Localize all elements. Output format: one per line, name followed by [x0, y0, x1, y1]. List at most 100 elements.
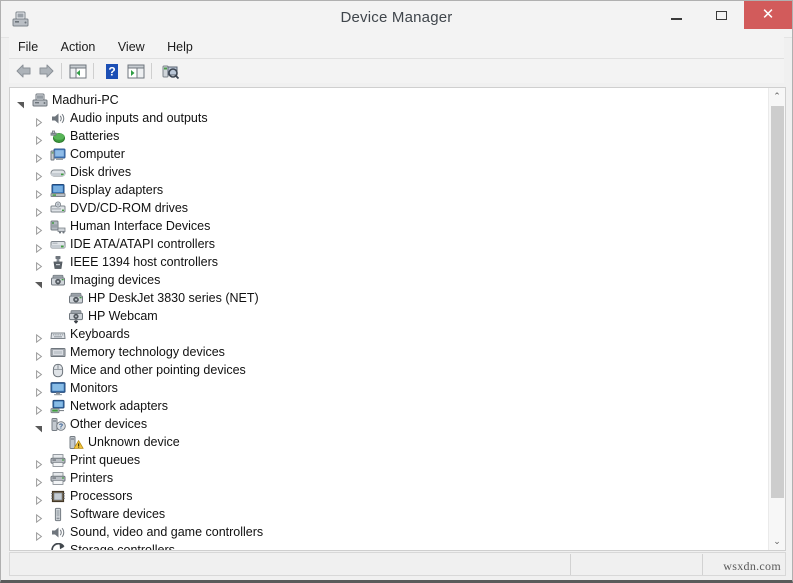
expander-expand-icon[interactable]: [34, 186, 43, 200]
software-device-icon: [50, 507, 66, 522]
tree-item-label: Memory technology devices: [70, 345, 225, 359]
storage-controller-icon: [50, 542, 66, 550]
hid-icon: [50, 219, 66, 234]
printer-icon: [50, 471, 66, 486]
expander-expand-icon[interactable]: [34, 114, 43, 128]
title-bar: Device Manager ✕: [1, 1, 792, 38]
tree-item-label: Processors: [70, 489, 133, 503]
show-hide-console-tree-icon[interactable]: [67, 61, 89, 81]
tree-item-label: Imaging devices: [70, 273, 161, 287]
scroll-down-button[interactable]: ⌄: [769, 533, 785, 550]
expander-expand-icon[interactable]: [34, 204, 43, 218]
expander-expand-icon[interactable]: [34, 456, 43, 470]
expander-expand-icon[interactable]: [34, 366, 43, 380]
expander-expand-icon[interactable]: [34, 546, 43, 550]
tree-item-label: DVD/CD-ROM drives: [70, 201, 189, 215]
minimize-button[interactable]: [654, 1, 699, 29]
tree-item[interactable]: IEEE 1394 host controllers: [10, 253, 768, 272]
tree-item-label: Computer: [70, 147, 125, 161]
computer-icon: [50, 147, 66, 162]
tree-item[interactable]: Disk drives: [10, 163, 768, 182]
imaging-device-icon: [50, 273, 66, 288]
tree-item[interactable]: Memory technology devices: [10, 343, 768, 362]
expander-expand-icon[interactable]: [34, 474, 43, 488]
close-icon: ✕: [761, 6, 775, 23]
tree-item[interactable]: Software devices: [10, 505, 768, 524]
speaker-icon: [50, 525, 66, 540]
tree-item-label: HP DeskJet 3830 series (NET): [88, 291, 259, 305]
maximize-icon: [716, 11, 727, 20]
tree-item[interactable]: Monitors: [10, 379, 768, 398]
toolbar-divider: [151, 63, 152, 79]
tree-item[interactable]: HP DeskJet 3830 series (NET): [10, 289, 768, 307]
scroll-up-button[interactable]: ⌃: [769, 88, 785, 105]
expander-collapse-icon[interactable]: [34, 276, 43, 289]
tree-item[interactable]: DVD/CD-ROM drives: [10, 199, 768, 218]
expander-expand-icon[interactable]: [34, 258, 43, 272]
properties-icon[interactable]: [125, 61, 147, 81]
vertical-scrollbar[interactable]: ⌃ ⌄: [768, 88, 785, 550]
expander-expand-icon[interactable]: [34, 348, 43, 362]
tree-item[interactable]: Human Interface Devices: [10, 217, 768, 236]
tree-item-label: Audio inputs and outputs: [70, 111, 208, 125]
tree-item[interactable]: IDE ATA/ATAPI controllers: [10, 235, 768, 254]
expander-expand-icon[interactable]: [34, 402, 43, 416]
tree-item[interactable]: Madhuri-PC: [10, 91, 768, 109]
tree-item-label: Madhuri-PC: [52, 93, 119, 107]
firewire-icon: [50, 255, 66, 270]
tree-item[interactable]: Imaging devices: [10, 271, 768, 289]
scrollbar-thumb[interactable]: [771, 106, 784, 498]
tree-item[interactable]: Computer: [10, 145, 768, 164]
tree-item[interactable]: Print queues: [10, 451, 768, 470]
expander-expand-icon[interactable]: [34, 222, 43, 236]
tree-item[interactable]: Storage controllers: [10, 541, 768, 550]
expander-expand-icon[interactable]: [34, 150, 43, 164]
tree-item[interactable]: Printers: [10, 469, 768, 488]
tree-item[interactable]: Mice and other pointing devices: [10, 361, 768, 380]
maximize-button[interactable]: [699, 1, 744, 29]
menu-item-view[interactable]: View: [109, 37, 154, 57]
tree-item-label: Other devices: [70, 417, 148, 431]
tree-item[interactable]: Processors: [10, 487, 768, 506]
expander-expand-icon[interactable]: [34, 168, 43, 182]
toolbar-divider: [61, 63, 62, 79]
tree-item[interactable]: Display adapters: [10, 181, 768, 200]
tree-item[interactable]: Network adapters: [10, 397, 768, 416]
help-icon[interactable]: ?: [101, 61, 123, 81]
back-arrow-icon[interactable]: [13, 61, 35, 81]
expander-expand-icon[interactable]: [34, 492, 43, 506]
tree-item[interactable]: Keyboards: [10, 325, 768, 344]
forward-arrow-icon[interactable]: [35, 61, 57, 81]
expander-collapse-icon[interactable]: [34, 420, 43, 433]
tree-item-label: Mice and other pointing devices: [70, 363, 246, 377]
close-button[interactable]: ✕: [744, 1, 792, 29]
tree-item[interactable]: Unknown device: [10, 433, 768, 451]
expander-expand-icon[interactable]: [34, 384, 43, 398]
tree-item[interactable]: ? Other devices: [10, 415, 768, 433]
tree-item-label: Human Interface Devices: [70, 219, 211, 233]
tree-item-label: Printers: [70, 471, 114, 485]
expander-expand-icon[interactable]: [34, 528, 43, 542]
expander-expand-icon[interactable]: [34, 240, 43, 254]
menu-item-action[interactable]: Action: [52, 37, 105, 57]
menu-item-file[interactable]: File: [9, 37, 47, 57]
tree-item[interactable]: Batteries: [10, 127, 768, 146]
menu-item-help[interactable]: Help: [158, 37, 202, 57]
tree-item[interactable]: Sound, video and game controllers: [10, 523, 768, 542]
scan-for-hardware-changes-icon[interactable]: [159, 61, 181, 81]
tree-item-label: IEEE 1394 host controllers: [70, 255, 218, 269]
tree-item-label: IDE ATA/ATAPI controllers: [70, 237, 215, 251]
expander-expand-icon[interactable]: [34, 132, 43, 146]
battery-icon: [50, 129, 66, 144]
computer-root-icon: [32, 93, 48, 108]
monitor-icon: [50, 381, 66, 396]
tree-item-label: Display adapters: [70, 183, 164, 197]
mouse-icon: [50, 363, 66, 378]
tree-item[interactable]: Audio inputs and outputs: [10, 109, 768, 128]
svg-text:?: ?: [59, 424, 63, 431]
expander-expand-icon[interactable]: [34, 330, 43, 344]
expander-collapse-icon[interactable]: [16, 96, 25, 109]
webcam-icon: [68, 309, 84, 324]
expander-expand-icon[interactable]: [34, 510, 43, 524]
tree-item[interactable]: HP Webcam: [10, 307, 768, 325]
